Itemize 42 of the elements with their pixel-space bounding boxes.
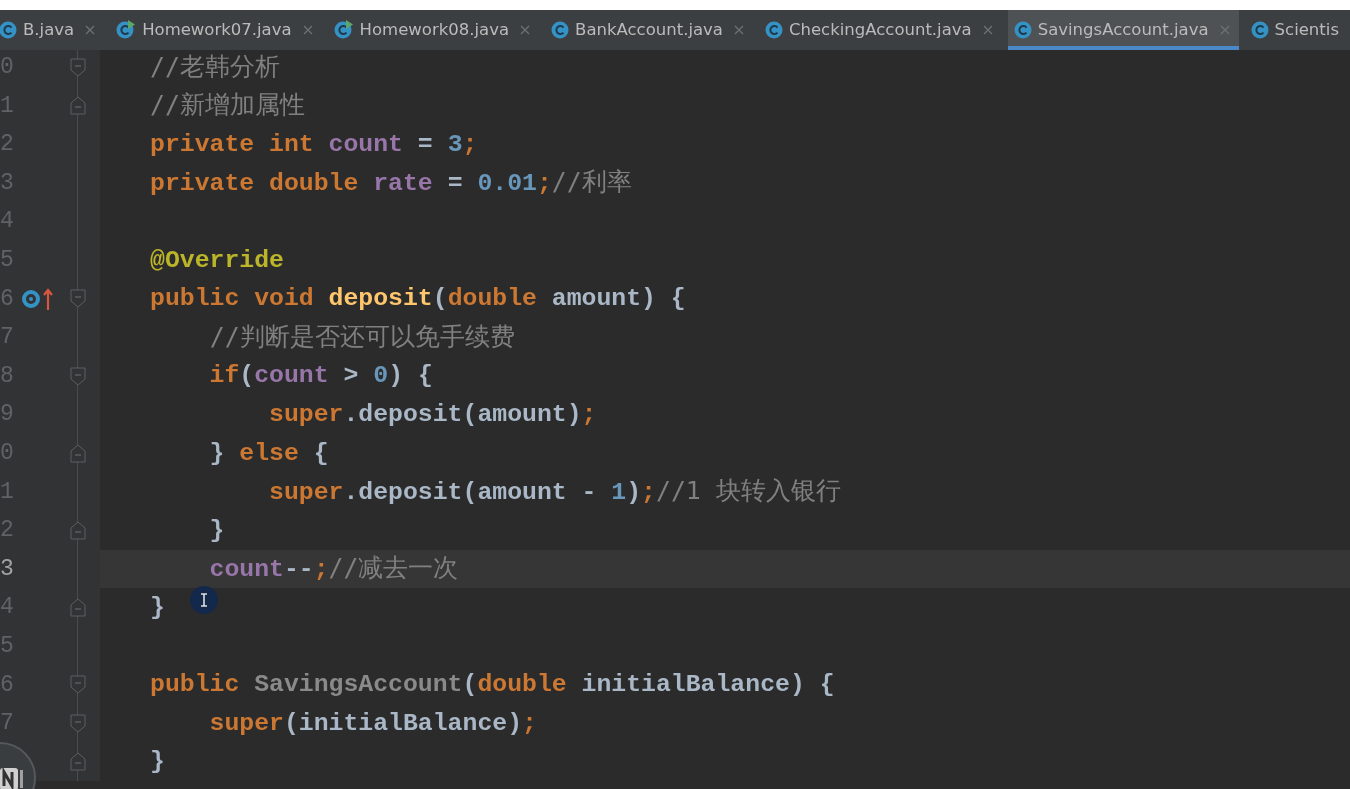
fold-marker-icon[interactable] <box>70 57 86 77</box>
close-icon[interactable] <box>1218 24 1231 36</box>
code-line: super(initialBalance); <box>208 707 537 739</box>
mouse-cursor-icon <box>189 585 219 615</box>
code-line: public SavingsAccount(double initialBalance) { <box>149 669 835 701</box>
code-line: private int count = 3; <box>149 128 478 160</box>
code-line: if(count > 0) { <box>208 360 433 392</box>
code-line: //新增加属性 <box>149 89 305 122</box>
code-line: public void deposit(double amount) { <box>149 283 686 315</box>
fold-marker-icon[interactable] <box>70 598 86 618</box>
code-line: super.deposit(amount); <box>268 399 597 431</box>
fold-marker-icon[interactable] <box>70 752 86 772</box>
code-line: count--;//减去一次 <box>208 552 459 586</box>
fold-marker-icon[interactable] <box>70 443 86 463</box>
code-line: super.deposit(amount - 1);//1 块转入银行 <box>268 475 841 509</box>
fold-marker-icon[interactable] <box>70 675 86 695</box>
code-line: //老韩分析 <box>149 50 280 83</box>
editor-tab[interactable]: BankAccount.java <box>545 10 753 50</box>
line-number: 3 <box>0 554 15 584</box>
close-icon[interactable] <box>981 24 994 36</box>
code-line: } else { <box>208 437 329 469</box>
close-icon[interactable] <box>301 24 314 36</box>
editor-tab[interactable]: Homework07.java <box>110 10 322 50</box>
editor-tab[interactable]: SavingsAccount.java <box>1007 10 1239 50</box>
fold-marker-icon[interactable] <box>70 289 86 309</box>
code-line: //判断是否还可以免手续费 <box>208 320 515 353</box>
fold-marker-icon[interactable] <box>70 366 86 386</box>
close-icon[interactable] <box>519 24 532 36</box>
editor-tab[interactable]: Scientis <box>1244 10 1347 50</box>
code-line: } <box>149 592 165 623</box>
editor-tab[interactable]: CheckingAccount.java <box>758 10 1002 50</box>
close-icon[interactable] <box>732 24 745 36</box>
fold-marker-icon[interactable] <box>70 96 86 116</box>
editor-tab[interactable]: B.java <box>0 10 105 50</box>
code-line: private double rate = 0.01;//利率 <box>149 166 632 200</box>
fold-marker-icon[interactable] <box>70 520 86 540</box>
code-line: @Override <box>149 244 284 276</box>
fold-marker-icon[interactable] <box>70 713 86 733</box>
code-line: } <box>208 514 225 546</box>
close-icon[interactable] <box>84 24 97 36</box>
code-line: } <box>149 746 165 778</box>
editor-tab[interactable]: Homework08.java <box>327 10 540 50</box>
